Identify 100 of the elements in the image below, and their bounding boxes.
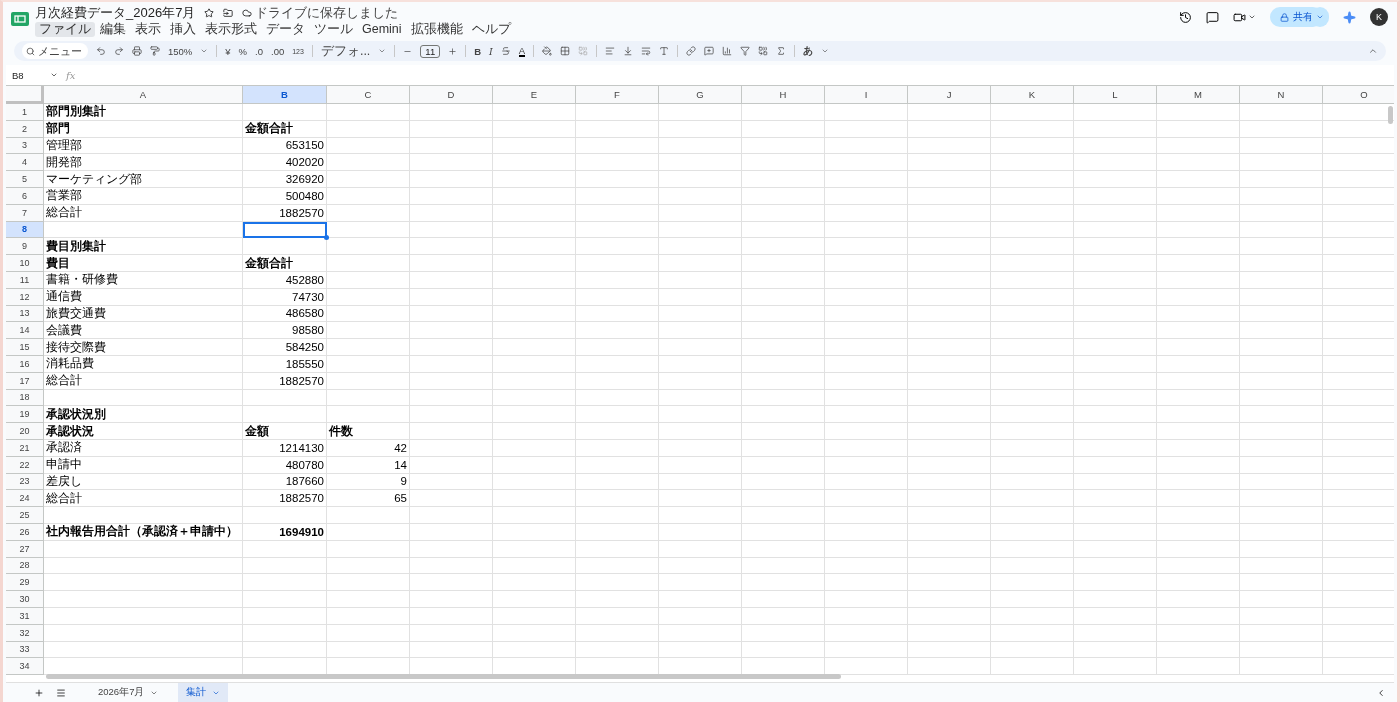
column-header[interactable]: B — [243, 86, 327, 104]
row-header[interactable]: 34 — [6, 658, 44, 676]
table-cell: 185550 — [243, 355, 327, 373]
borders-icon[interactable] — [560, 46, 571, 56]
table-cell: 1694910 — [243, 523, 327, 541]
currency-button[interactable]: ¥ — [225, 45, 231, 57]
cloud-icon[interactable] — [242, 8, 253, 18]
fill-handle[interactable] — [324, 235, 329, 241]
increase-decimal-button[interactable]: .00 — [271, 45, 285, 57]
column-header[interactable]: O — [1323, 86, 1394, 104]
row-header[interactable]: 15 — [6, 339, 44, 356]
menu-item[interactable]: 表示形式 — [201, 22, 261, 37]
avatar[interactable]: K — [1370, 8, 1388, 26]
percent-button[interactable]: % — [238, 45, 248, 57]
menu-item[interactable]: Gemini — [358, 22, 406, 37]
search-icon — [26, 46, 35, 56]
row-header[interactable]: 19 — [6, 406, 44, 424]
column-header[interactable]: E — [493, 86, 576, 104]
add-sheet-icon[interactable] — [34, 687, 44, 698]
paint-format-icon[interactable] — [150, 46, 160, 56]
strikethrough-icon[interactable] — [500, 46, 511, 56]
table-cell: 1882570 — [243, 204, 327, 222]
row-header[interactable]: 4 — [6, 154, 44, 172]
menu-item[interactable]: データ — [262, 22, 309, 37]
menu-item[interactable]: ヘルプ — [467, 22, 515, 37]
collapse-icon[interactable] — [1368, 46, 1378, 56]
caret-icon[interactable] — [50, 71, 58, 79]
column-header[interactable]: A — [44, 86, 243, 104]
all-sheets-icon[interactable] — [56, 687, 66, 698]
folder-icon[interactable] — [223, 8, 234, 18]
chevron-left-icon[interactable] — [1376, 687, 1386, 698]
row-header[interactable]: 30 — [6, 591, 44, 608]
row-header[interactable]: 14 — [6, 322, 44, 340]
row-header[interactable]: 5 — [6, 171, 44, 188]
font-select[interactable]: デフォ... — [320, 42, 371, 60]
row-header[interactable]: 24 — [6, 490, 44, 508]
column-header[interactable]: G — [659, 86, 742, 104]
caret-icon[interactable] — [1248, 13, 1256, 21]
menu-search-field[interactable]: メニュー — [22, 43, 88, 59]
plus-icon[interactable] — [448, 46, 458, 56]
column-header[interactable]: J — [908, 86, 991, 104]
column-header[interactable]: C — [327, 86, 410, 104]
row-header[interactable]: 20 — [6, 423, 44, 440]
comment-icon[interactable] — [1206, 10, 1219, 24]
paint-bucket-icon[interactable] — [542, 46, 553, 56]
column-header[interactable]: F — [576, 86, 659, 104]
link-icon[interactable] — [686, 46, 697, 56]
table-cell: 社内報告用合計（承認済＋申請中） — [44, 523, 243, 541]
wrap-icon[interactable] — [641, 46, 652, 56]
row-header[interactable]: 10 — [6, 255, 44, 272]
decrease-decimal-button[interactable]: .0 — [255, 45, 263, 57]
menu-item[interactable]: 編集 — [96, 22, 130, 37]
vertical-align-icon[interactable] — [623, 46, 634, 56]
column-header[interactable]: N — [1240, 86, 1323, 104]
filter-icon[interactable] — [740, 46, 751, 56]
text-rotation-icon[interactable] — [659, 46, 670, 56]
add-comment-icon[interactable] — [704, 46, 715, 56]
column-header[interactable]: K — [991, 86, 1074, 104]
table-cell: 金額合計 — [243, 120, 327, 138]
selected-cell[interactable] — [243, 221, 327, 239]
column-header[interactable]: M — [1157, 86, 1240, 104]
horizontal-scrollbar[interactable] — [46, 674, 841, 679]
caret-icon[interactable] — [378, 47, 387, 55]
menu-item[interactable]: 挿入 — [166, 22, 200, 37]
table-cell: 接待交際費 — [44, 339, 243, 356]
caret-icon[interactable] — [821, 47, 830, 55]
row-header[interactable]: 29 — [6, 574, 44, 592]
sparkle-icon[interactable] — [1343, 10, 1356, 24]
italic-button[interactable]: I — [489, 45, 493, 57]
menu-item[interactable]: ツール — [310, 22, 357, 37]
functions-icon[interactable] — [776, 46, 787, 56]
print-icon[interactable] — [132, 46, 142, 56]
menu-item[interactable]: 拡張機能 — [406, 22, 467, 37]
font-size-field[interactable]: 11 — [420, 44, 441, 58]
column-header[interactable]: I — [825, 86, 908, 104]
menu-item[interactable]: ファイル — [35, 22, 95, 37]
row-header[interactable]: 9 — [6, 238, 44, 256]
column-header[interactable]: L — [1074, 86, 1157, 104]
name-box[interactable]: B8 — [12, 69, 42, 81]
column-header[interactable]: H — [742, 86, 825, 104]
text-color-button[interactable]: A — [518, 45, 526, 57]
align-icon[interactable] — [605, 46, 616, 56]
vertical-scrollbar[interactable] — [1388, 106, 1393, 124]
row-header[interactable]: 1 — [6, 104, 44, 121]
column-header[interactable]: D — [410, 86, 493, 104]
star-icon[interactable] — [204, 8, 215, 18]
sheet-tab[interactable]: 2026年7月 — [90, 683, 167, 702]
redo-icon[interactable] — [114, 46, 124, 56]
bold-button[interactable]: B — [474, 45, 482, 57]
document-title[interactable]: 月次経費データ_2026年7月 — [35, 4, 196, 22]
sheet-tab[interactable]: 集計 — [178, 683, 229, 702]
undo-icon[interactable] — [96, 46, 106, 56]
chart-icon[interactable] — [722, 46, 733, 56]
zoom-select[interactable]: 150% — [168, 45, 193, 57]
menu-item[interactable]: 表示 — [131, 22, 165, 37]
caret-icon[interactable] — [200, 47, 209, 55]
history-icon[interactable] — [1179, 10, 1192, 24]
row-header[interactable]: 25 — [6, 507, 44, 524]
input-tools-button[interactable]: あ — [803, 44, 814, 58]
sheets-logo[interactable] — [11, 10, 29, 28]
